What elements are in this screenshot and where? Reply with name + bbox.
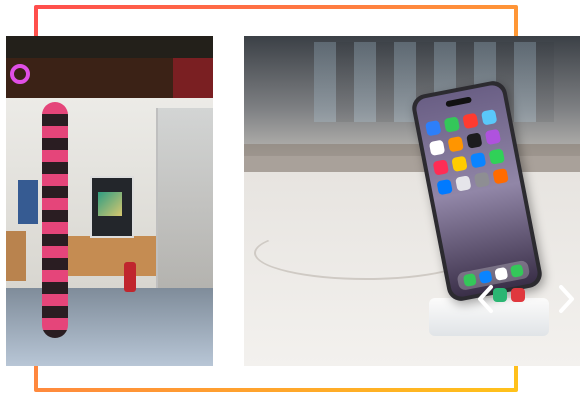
slide-phone-display[interactable]: [244, 36, 580, 366]
slide-store-front[interactable]: [6, 36, 213, 366]
app-icon: [492, 168, 509, 185]
balloon-column: [42, 102, 68, 338]
indicator-dot[interactable]: [493, 288, 507, 302]
ceiling: [6, 36, 213, 58]
app-icon-grid: [425, 108, 514, 196]
app-icon: [455, 175, 472, 192]
app-icon: [447, 136, 464, 153]
app-icon: [484, 128, 502, 146]
dock-app-icon: [494, 266, 509, 281]
app-icon: [432, 159, 450, 176]
app-icon: [488, 148, 506, 165]
dock-app-icon: [478, 269, 493, 284]
blurred-shelf: [244, 144, 580, 174]
reflective-floor: [6, 288, 213, 366]
app-icon: [473, 171, 491, 189]
app-icon: [469, 152, 487, 169]
app-icon: [462, 112, 479, 130]
next-slide-button[interactable]: [554, 284, 578, 314]
app-icon: [436, 178, 453, 196]
app-icon: [480, 109, 498, 126]
wood-counter: [66, 236, 156, 276]
store-logo-icon: [10, 64, 30, 84]
store-sign-red-panel: [173, 58, 213, 98]
app-icon: [428, 139, 446, 157]
display-graphic: [98, 192, 122, 216]
app-icon: [466, 132, 483, 149]
fire-extinguisher: [124, 262, 136, 292]
side-counter: [6, 231, 26, 281]
dynamic-island: [445, 96, 472, 108]
slide-indicator: [493, 284, 529, 306]
app-icon: [443, 116, 461, 133]
indicator-dot[interactable]: [511, 288, 525, 302]
app-icon: [451, 155, 468, 173]
wall-poster: [18, 180, 38, 224]
app-icon: [425, 119, 442, 137]
image-gallery: [0, 0, 580, 395]
glass-wall: [156, 108, 213, 298]
chevron-right-icon: [559, 285, 574, 313]
dock-app-icon: [509, 263, 525, 278]
